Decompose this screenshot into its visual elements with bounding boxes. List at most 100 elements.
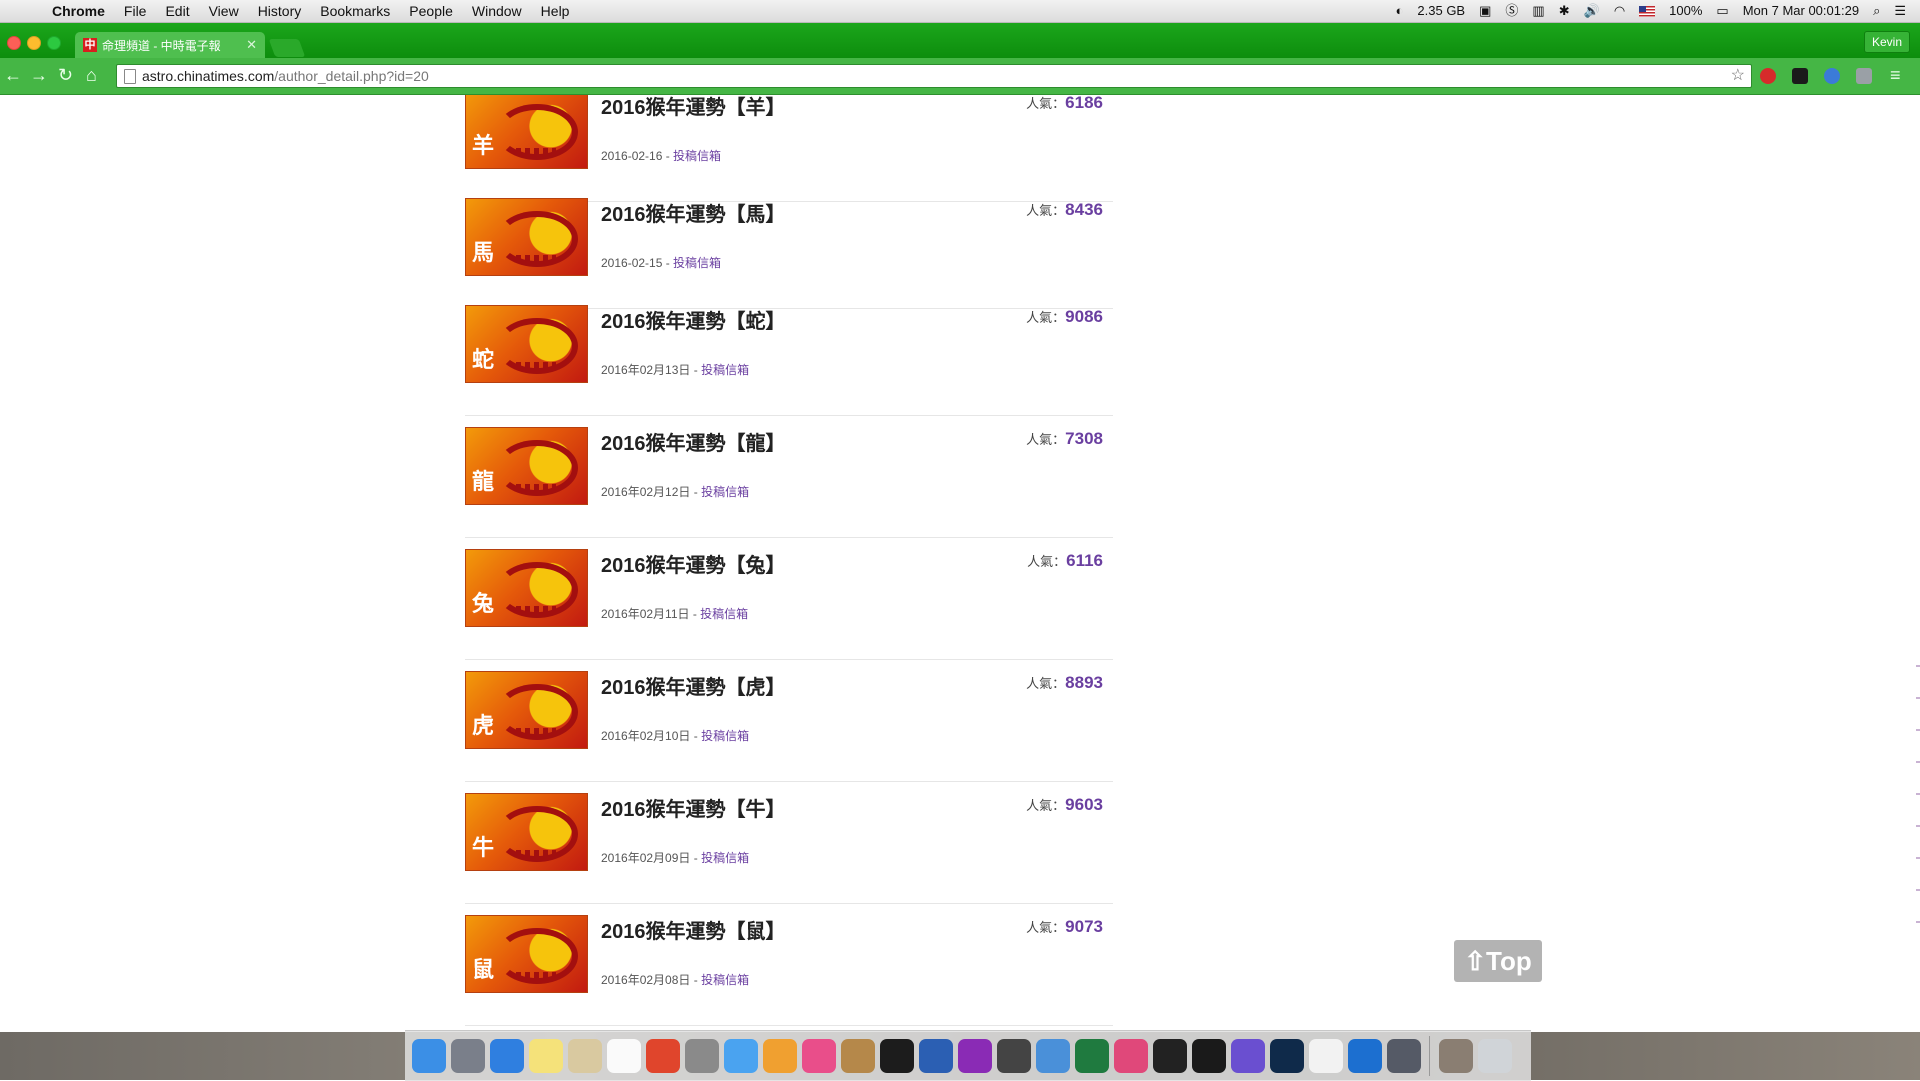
photos-icon[interactable] [763,1039,797,1073]
article-thumbnail[interactable]: 虎 [465,671,588,749]
article-thumbnail[interactable]: 蛇 [465,305,588,383]
final-cut-icon[interactable] [997,1039,1031,1073]
input-source-flag-icon[interactable] [1639,5,1656,17]
article-thumbnail[interactable]: 牛 [465,793,588,871]
podcast-icon[interactable] [958,1039,992,1073]
clock[interactable]: Mon 7 Mar 00:01:29 [1743,0,1859,22]
author-link[interactable]: 投稿信箱 [701,973,749,987]
article-title[interactable]: 2016猴年運勢【馬】 [601,198,786,227]
skype-icon[interactable]: Ⓢ [1505,0,1518,22]
pocket-extension-icon[interactable] [1792,68,1808,84]
new-tab-button[interactable] [268,39,306,57]
memory-readout[interactable]: 2.35 GB [1417,0,1465,22]
article-item[interactable]: 兔 2016猴年運勢【兔】 人氣：6116 2016年02月11日 - 投稿信箱 [465,549,1113,660]
display-icon[interactable]: ▣ [1479,0,1491,22]
keyboard-icon[interactable]: ▥ [1532,0,1544,22]
article-item[interactable]: 蛇 2016猴年運勢【蛇】 人氣：9086 2016年02月13日 - 投稿信箱 [465,305,1113,416]
article-item[interactable]: 龍 2016猴年運勢【龍】 人氣：7308 2016年02月12日 - 投稿信箱 [465,427,1113,538]
menu-file[interactable]: File [124,0,147,22]
menu-edit[interactable]: Edit [165,0,189,22]
gopro-icon[interactable] [880,1039,914,1073]
article-thumbnail[interactable]: 兔 [465,549,588,627]
finder-icon[interactable] [412,1039,446,1073]
adblock-extension-icon[interactable] [1760,68,1776,84]
tab-close-icon[interactable]: ✕ [246,37,257,53]
forward-icon[interactable]: → [30,65,48,86]
xcode-icon[interactable] [1036,1039,1070,1073]
downloads-stack-icon[interactable] [1439,1039,1473,1073]
article-title[interactable]: 2016猴年運勢【龍】 [601,427,786,456]
archive-icon[interactable] [685,1039,719,1073]
article-thumbnail[interactable]: 馬 [465,198,588,276]
article-item[interactable]: 虎 2016猴年運勢【虎】 人氣：8893 2016年02月10日 - 投稿信箱 [465,671,1113,782]
volume-icon[interactable]: 🔊 [1584,0,1600,22]
activity-monitor-icon[interactable] [1192,1039,1226,1073]
itunes-icon[interactable] [802,1039,836,1073]
memory-gauge-icon[interactable]: ◐ [1396,0,1404,22]
bookmark-star-icon[interactable]: ☆ [1731,65,1745,87]
teamviewer-icon[interactable] [1348,1039,1382,1073]
terminal-icon[interactable] [1153,1039,1187,1073]
back-icon[interactable]: ← [4,65,22,86]
notification-center-icon[interactable]: ☰ [1894,0,1906,22]
article-thumbnail[interactable]: 鼠 [465,915,588,993]
trash-icon[interactable] [1478,1039,1512,1073]
profile-button[interactable]: Kevin [1863,31,1910,53]
article-title[interactable]: 2016猴年運勢【蛇】 [601,305,786,334]
author-link[interactable]: 投稿信箱 [701,729,749,743]
article-item[interactable]: 牛 2016猴年運勢【牛】 人氣：9603 2016年02月09日 - 投稿信箱 [465,793,1113,904]
author-link[interactable]: 投稿信箱 [700,607,748,621]
battery-icon[interactable]: ▭ [1716,0,1728,22]
extension-icon[interactable] [1824,68,1840,84]
textedit-icon[interactable] [1309,1039,1343,1073]
menu-view[interactable]: View [209,0,239,22]
reload-icon[interactable]: ↻ [58,65,73,86]
photoshop-icon[interactable] [1270,1039,1304,1073]
close-window-button[interactable] [7,36,21,50]
launchpad-icon[interactable] [451,1039,485,1073]
menu-window[interactable]: Window [472,0,522,22]
article-title[interactable]: 2016猴年運勢【兔】 [601,549,786,578]
scroll-top-button[interactable]: ⇧Top [1454,940,1542,982]
tab-active[interactable]: 中 命理頻道 - 中時電子報 ✕ [75,32,265,58]
home-icon[interactable]: ⌂ [86,65,97,86]
safari-icon[interactable] [490,1039,524,1073]
notes-icon[interactable] [529,1039,563,1073]
author-link[interactable]: 投稿信箱 [701,851,749,865]
battery-readout[interactable]: 100% [1669,0,1702,22]
article-title[interactable]: 2016猴年運勢【虎】 [601,671,786,700]
screen-sharing-icon[interactable] [1387,1039,1421,1073]
menu-people[interactable]: People [409,0,453,22]
article-title[interactable]: 2016猴年運勢【羊】 [601,95,786,120]
spotlight-icon[interactable]: ⌕ [1873,0,1880,22]
menu-history[interactable]: History [258,0,302,22]
calendar-icon[interactable] [607,1039,641,1073]
author-link[interactable]: 投稿信箱 [701,485,749,499]
imovie-icon[interactable] [1231,1039,1265,1073]
messages-icon[interactable] [724,1039,758,1073]
article-thumbnail[interactable]: 龍 [465,427,588,505]
author-link[interactable]: 投稿信箱 [701,363,749,377]
article-item[interactable]: 鼠 2016猴年運勢【鼠】 人氣：9073 2016年02月08日 - 投稿信箱 [465,915,1113,1026]
menu-bookmarks[interactable]: Bookmarks [320,0,390,22]
article-item[interactable]: 羊 2016猴年運勢【羊】 人氣：6186 2016-02-16 - 投稿信箱 [465,95,1113,202]
minimize-window-button[interactable] [27,36,41,50]
article-title[interactable]: 2016猴年運勢【牛】 [601,793,786,822]
keynote-icon[interactable] [1114,1039,1148,1073]
bluetooth-icon[interactable]: ✱ [1559,0,1570,22]
menu-help[interactable]: Help [541,0,570,22]
cast-extension-icon[interactable] [1856,68,1872,84]
preview-icon[interactable] [568,1039,602,1073]
address-bar[interactable]: astro.chinatimes.com/author_detail.php?i… [116,64,1752,88]
excel-icon[interactable] [1075,1039,1109,1073]
author-link[interactable]: 投稿信箱 [673,149,721,163]
wifi-icon[interactable]: ◠ [1614,0,1625,22]
ibooks-icon[interactable] [841,1039,875,1073]
article-title[interactable]: 2016猴年運勢【鼠】 [601,915,786,944]
zoom-window-button[interactable] [47,36,61,50]
article-item[interactable]: 馬 2016猴年運勢【馬】 人氣：8436 2016-02-15 - 投稿信箱 [465,198,1113,309]
word-icon[interactable] [919,1039,953,1073]
chrome-menu-icon[interactable]: ≡ [1890,65,1901,86]
author-link[interactable]: 投稿信箱 [673,256,721,270]
chrome-icon[interactable] [646,1039,680,1073]
